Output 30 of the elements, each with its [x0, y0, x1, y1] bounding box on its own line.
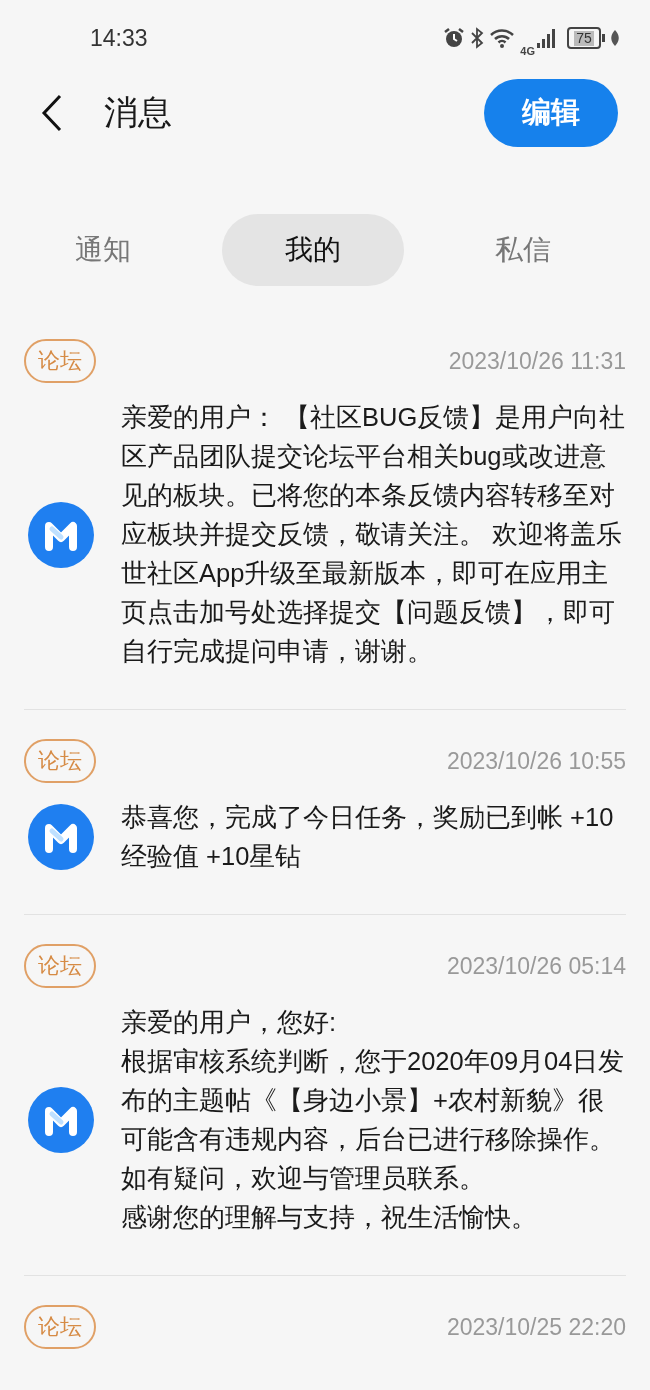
tab[interactable]: 通知 — [12, 214, 194, 286]
bluetooth-icon — [470, 27, 485, 49]
message-time: 2023/10/26 11:31 — [448, 347, 626, 375]
message-time: 2023/10/26 10:55 — [446, 747, 626, 775]
message-text: 感谢您的理解与支持，祝生活愉快。 — [121, 1202, 538, 1233]
category-tag: 论坛 — [24, 1305, 96, 1349]
message-text: 恭喜您，完成了今日任务，奖励已到帐 +10经验值 +10星钻 — [121, 802, 615, 872]
app-logo-icon — [28, 1087, 94, 1153]
message-time: 2023/10/26 05:14 — [446, 952, 626, 980]
category-tag: 论坛 — [24, 339, 96, 383]
battery-indicator: 75 — [567, 27, 601, 49]
app-logo-icon — [28, 501, 94, 568]
status-time: 14:33 — [90, 24, 148, 52]
back-icon[interactable] — [40, 94, 64, 132]
category-tag: 论坛 — [24, 944, 96, 988]
tab[interactable]: 私信 — [432, 214, 614, 286]
message-time: 2023/10/25 22:20 — [446, 1313, 626, 1341]
edit-button[interactable]: 编辑 — [484, 79, 618, 147]
app-logo-icon — [28, 804, 94, 870]
network-type: 4G — [520, 45, 535, 57]
message-text: 根据审核系统判断，您于2020年09月04日发布的主题帖《【身边小景】+农村新貌》很可能含有违规内容，后台已进行移除操作。如有疑问，欢迎与管理员联系。 — [121, 1046, 626, 1194]
tab[interactable]: 我的 — [222, 214, 404, 286]
alarm-icon — [443, 27, 466, 49]
page-title: 消息 — [104, 92, 173, 133]
leaf-icon — [610, 29, 620, 47]
wifi-icon — [489, 27, 516, 49]
signal-icon — [536, 28, 556, 48]
message-text: 亲爱的用户： 【社区BUG反馈】是用户向社区产品团队提交论坛平台相关bug或改进意见的板块。已将您的本条反馈内容转移至对应板块并提交反馈，敬请关注。 欢迎将盖乐世社区App升级至最新版本，即可在应用主页点击加号处选择提交【问题反馈】，即可自行完成提问申请，谢谢。 — [121, 402, 626, 667]
message-text: 亲爱的用户，您好: — [121, 1007, 338, 1038]
category-tag: 论坛 — [24, 739, 96, 783]
